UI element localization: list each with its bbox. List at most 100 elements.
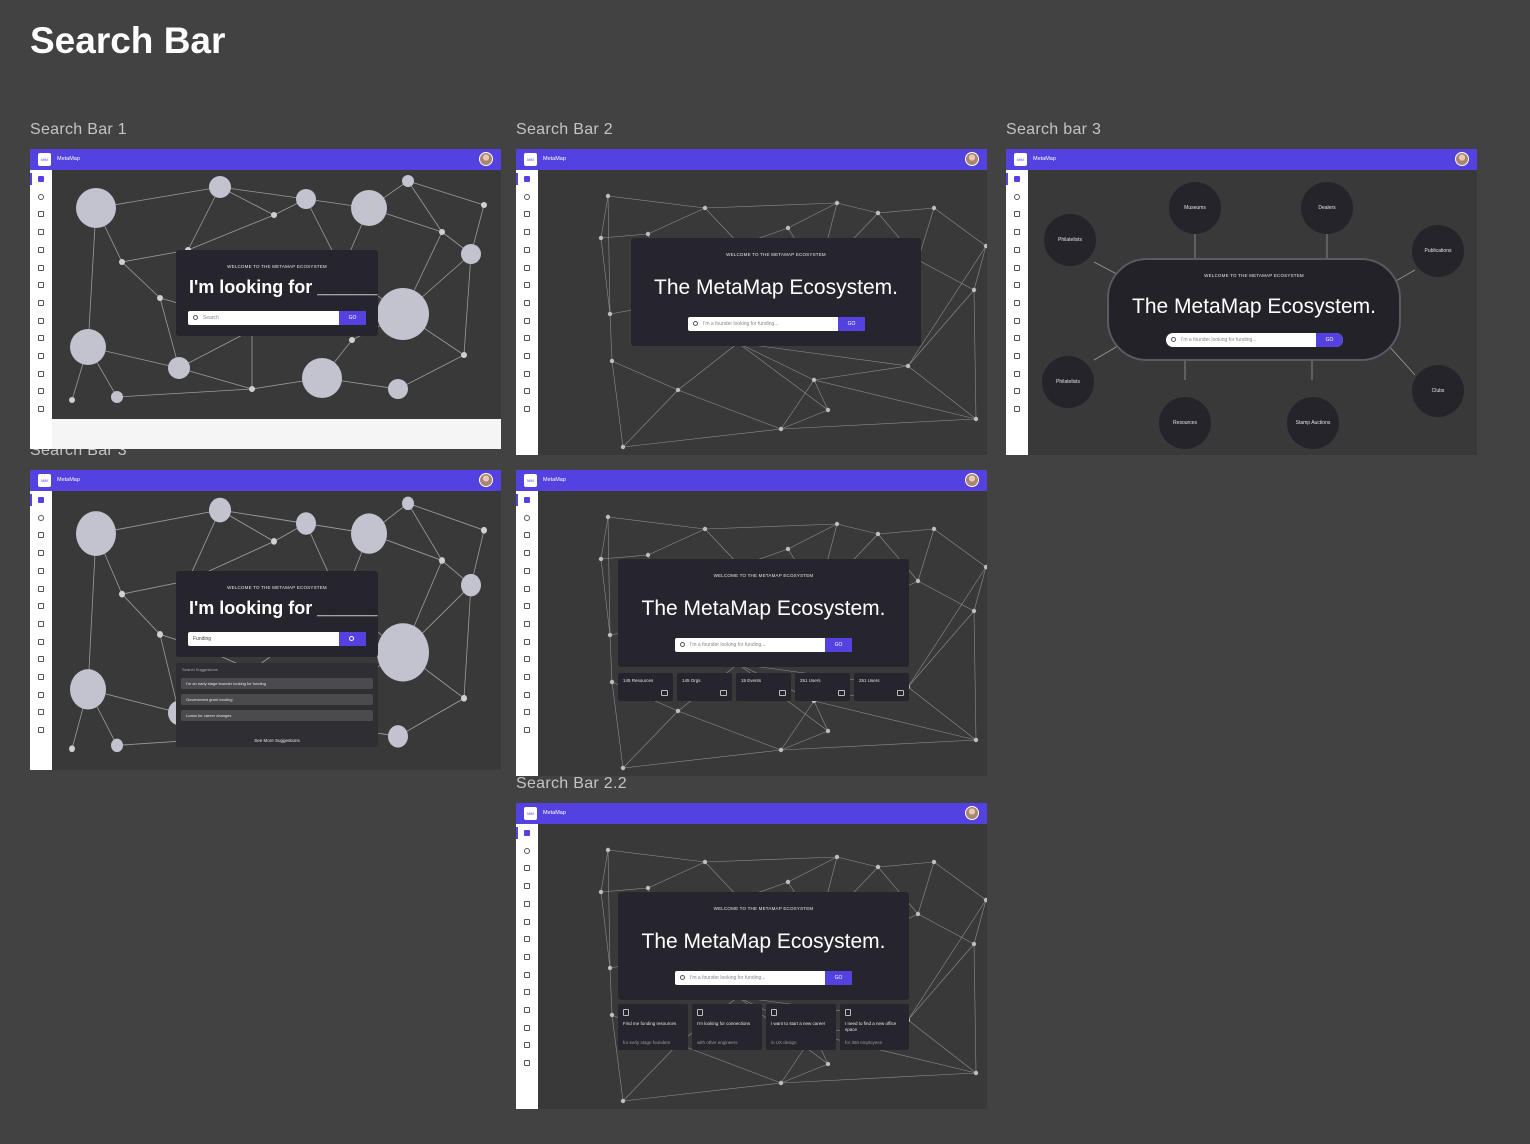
sidebar-briefcase-icon[interactable] [524, 1024, 530, 1031]
sidebar-briefcase-icon[interactable] [1014, 370, 1020, 377]
suggestion-item[interactable]: Loans for career changes [181, 710, 373, 721]
node-philatelists-bottom[interactable]: Philatelists [1042, 356, 1094, 408]
sidebar-box-icon[interactable] [524, 727, 530, 734]
prompt-card[interactable]: Find me funding resources for early stage… [618, 1004, 688, 1050]
sidebar-users-icon[interactable] [1014, 388, 1020, 395]
stat-events[interactable]: 15 Events [736, 673, 791, 701]
suggestion-item[interactable]: Government grant funding [181, 694, 373, 705]
search-bar[interactable]: I'm a founder looking for funding... GO [1166, 333, 1343, 347]
sidebar-box-icon[interactable] [524, 406, 530, 413]
sidebar-inbox-icon[interactable] [524, 656, 530, 663]
sidebar-briefcase-icon[interactable] [38, 691, 44, 698]
sidebar-book-icon[interactable] [524, 585, 530, 592]
sidebar-user-icon[interactable] [524, 282, 530, 289]
search-input[interactable]: I'm a founder looking for funding... [703, 321, 778, 327]
search-button[interactable] [339, 632, 366, 646]
sidebar-info-icon[interactable] [524, 514, 530, 521]
sidebar-building-icon[interactable] [524, 532, 530, 539]
sidebar-calendar-icon[interactable] [38, 620, 44, 627]
sidebar-megaphone-icon[interactable] [38, 229, 44, 236]
sidebar-calendar-icon[interactable] [524, 620, 530, 627]
node-resources[interactable]: Resources [1159, 397, 1211, 449]
logo[interactable]: MM [1014, 153, 1027, 166]
search-bar[interactable]: I'm a founder looking for funding... GO [675, 638, 852, 652]
sidebar-map-icon[interactable] [524, 567, 530, 574]
stat-users[interactable]: 251 Users [795, 673, 850, 701]
sidebar-megaphone-icon[interactable] [524, 229, 530, 236]
go-button[interactable]: GO [825, 971, 852, 985]
sidebar-book-icon[interactable] [38, 264, 44, 271]
sidebar-key-icon[interactable] [38, 317, 44, 324]
sidebar-map-icon[interactable] [38, 246, 44, 253]
sidebar-inbox-icon[interactable] [524, 335, 530, 342]
sidebar-list-icon[interactable] [1014, 353, 1020, 359]
sidebar-key-icon[interactable] [1014, 317, 1020, 324]
sidebar-home-icon[interactable] [38, 176, 44, 182]
sidebar-info-icon[interactable] [38, 193, 44, 200]
prompt-card[interactable]: I want to start a new career in UX design [766, 1004, 836, 1050]
sidebar-users-icon[interactable] [524, 1042, 530, 1049]
sidebar-megaphone-icon[interactable] [524, 550, 530, 557]
sidebar-map-icon[interactable] [38, 567, 44, 574]
sidebar-key-icon[interactable] [524, 971, 530, 978]
search-bar[interactable]: Search GO [188, 311, 366, 325]
go-button[interactable]: GO [825, 638, 852, 652]
sidebar-home-icon[interactable] [524, 176, 530, 182]
go-button[interactable]: GO [339, 311, 366, 325]
sidebar-info-icon[interactable] [524, 193, 530, 200]
sidebar-list-icon[interactable] [38, 674, 44, 680]
sidebar-users-icon[interactable] [38, 709, 44, 716]
sidebar-map-icon[interactable] [1014, 246, 1020, 253]
sidebar-box-icon[interactable] [524, 1060, 530, 1067]
avatar[interactable] [479, 152, 493, 166]
sidebar-list-icon[interactable] [38, 353, 44, 359]
sidebar-list-icon[interactable] [524, 674, 530, 680]
search-input[interactable]: Search [203, 315, 219, 321]
sidebar-megaphone-icon[interactable] [38, 550, 44, 557]
search-input[interactable]: I'm a founder looking for funding... [690, 975, 765, 981]
sidebar-user-icon[interactable] [524, 603, 530, 610]
search-bar[interactable]: I'm a founder looking for funding... GO [688, 317, 865, 331]
search-input[interactable]: I'm a founder looking for funding... [690, 642, 765, 648]
sidebar-box-icon[interactable] [38, 406, 44, 413]
prompt-card[interactable]: I'm looking for connections with other en… [692, 1004, 762, 1050]
logo[interactable]: MM [524, 807, 537, 820]
sidebar-box-icon[interactable] [1014, 406, 1020, 413]
sidebar-megaphone-icon[interactable] [524, 883, 530, 890]
suggestion-item[interactable]: I'm an early stage founder looking for f… [181, 678, 373, 689]
node-museums[interactable]: Museums [1169, 182, 1221, 234]
sidebar-home-icon[interactable] [38, 497, 44, 503]
sidebar-briefcase-icon[interactable] [38, 370, 44, 377]
avatar[interactable] [1455, 152, 1469, 166]
sidebar-calendar-icon[interactable] [1014, 299, 1020, 306]
stat-resources[interactable]: 145 Resources [618, 673, 673, 701]
node-publications[interactable]: Publications [1412, 225, 1464, 277]
node-clubs[interactable]: Clubs [1412, 365, 1464, 417]
sidebar-briefcase-icon[interactable] [524, 370, 530, 377]
sidebar-book-icon[interactable] [524, 918, 530, 925]
sidebar-info-icon[interactable] [1014, 193, 1020, 200]
sidebar-user-icon[interactable] [1014, 282, 1020, 289]
sidebar-key-icon[interactable] [524, 638, 530, 645]
avatar[interactable] [965, 473, 979, 487]
sidebar-map-icon[interactable] [524, 246, 530, 253]
sidebar-users-icon[interactable] [524, 388, 530, 395]
sidebar-building-icon[interactable] [524, 211, 530, 218]
sidebar-calendar-icon[interactable] [524, 953, 530, 960]
avatar[interactable] [965, 152, 979, 166]
sidebar-inbox-icon[interactable] [1014, 335, 1020, 342]
node-dealers[interactable]: Dealers [1301, 182, 1353, 234]
sidebar-calendar-icon[interactable] [524, 299, 530, 306]
node-philatelists-top[interactable]: Philatelists [1044, 214, 1096, 266]
avatar[interactable] [479, 473, 493, 487]
sidebar-list-icon[interactable] [524, 353, 530, 359]
search-input[interactable]: I'm a founder looking for funding... [1181, 337, 1256, 343]
sidebar-book-icon[interactable] [1014, 264, 1020, 271]
sidebar-building-icon[interactable] [524, 865, 530, 872]
sidebar-inbox-icon[interactable] [524, 989, 530, 996]
logo[interactable]: MM [524, 474, 537, 487]
sidebar-map-icon[interactable] [524, 900, 530, 907]
search-bar[interactable]: Funding [188, 632, 366, 646]
search-input[interactable]: Funding [193, 636, 211, 642]
sidebar-inbox-icon[interactable] [38, 335, 44, 342]
